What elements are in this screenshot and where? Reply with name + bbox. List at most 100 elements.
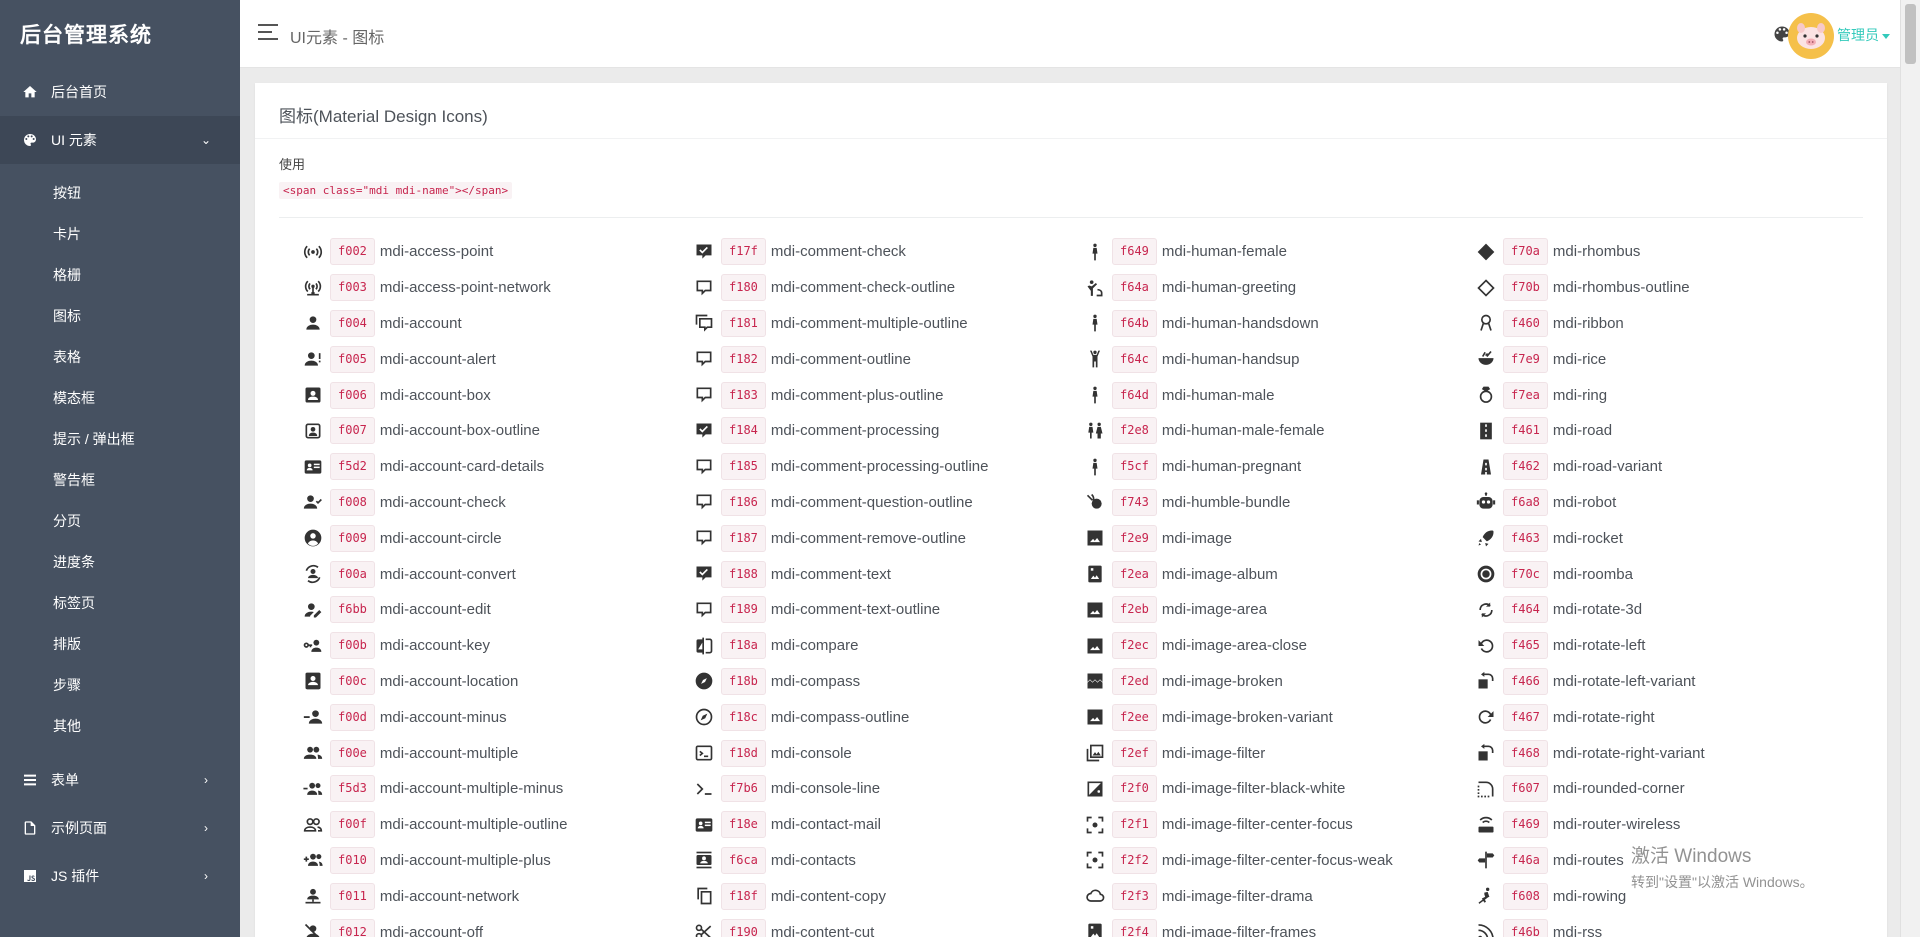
icon-list-item: f70b mdi-rhombus-outline <box>1452 270 1843 306</box>
icon-name: mdi-robot <box>1552 493 1617 511</box>
sidebar-item-label: JS 插件 <box>51 868 100 884</box>
rotate-left-icon <box>1475 635 1497 657</box>
icon-name: mdi-account-key <box>379 637 490 655</box>
icon-list-item: f18d mdi-console <box>670 735 1061 771</box>
icon-code: f00c <box>330 667 375 695</box>
icon-name: mdi-access-point <box>379 243 494 261</box>
icon-code: f743 <box>1112 488 1157 516</box>
icon-code: f463 <box>1503 524 1548 552</box>
page-scrollbar[interactable] <box>1900 0 1920 937</box>
icon-code: f00e <box>330 739 375 767</box>
icon-code: f188 <box>721 560 766 588</box>
sidebar-subitem-tabs[interactable]: 标签页 <box>0 582 240 623</box>
road-icon <box>1475 420 1497 442</box>
icon-list-item: f64b mdi-human-handsdown <box>1061 306 1452 342</box>
comment-multiple-outline-icon <box>693 312 715 334</box>
sidebar-item-example-pages[interactable]: 示例页面 › <box>0 804 240 852</box>
contact-mail-icon <box>693 814 715 836</box>
icon-name: mdi-image-broken-variant <box>1161 708 1333 726</box>
sidebar-subitem-tooltips[interactable]: 提示 / 弹出框 <box>0 418 240 459</box>
icon-list-item: f463 mdi-rocket <box>1452 520 1843 556</box>
icon-name: mdi-account-circle <box>379 529 502 547</box>
account-multiple-outline-icon <box>302 814 324 836</box>
icon-name: mdi-rotate-left-variant <box>1552 672 1696 690</box>
icon-code: f18e <box>721 811 766 839</box>
icon-code: f005 <box>330 345 375 373</box>
icon-list-item: f18f mdi-content-copy <box>670 878 1061 914</box>
human-male-female-icon <box>1084 420 1106 442</box>
sidebar-item-js-plugins[interactable]: JS 插件 › <box>0 852 240 900</box>
icon-name: mdi-console-line <box>770 780 881 798</box>
icon-code: f18f <box>721 882 766 910</box>
icon-list-item: f2e8 mdi-human-male-female <box>1061 413 1452 449</box>
sidebar-item-label: UI 元素 <box>51 132 97 148</box>
icon-code: f2f2 <box>1112 846 1157 874</box>
icon-name: mdi-ribbon <box>1552 314 1624 332</box>
icon-code: f2e9 <box>1112 524 1157 552</box>
ring-icon <box>1475 384 1497 406</box>
sidebar-item-ui-elements[interactable]: UI 元素 ⌄ <box>0 116 240 164</box>
sidebar-subitem-steps[interactable]: 步骤 <box>0 664 240 705</box>
sidebar-subitem-modals[interactable]: 模态框 <box>0 377 240 418</box>
app-logo-title[interactable]: 后台管理系统 <box>0 0 240 68</box>
icon-name: mdi-account-off <box>379 923 484 937</box>
image-broken-icon <box>1084 670 1106 692</box>
sidebar-subitem-other[interactable]: 其他 <box>0 705 240 746</box>
scrollbar-thumb[interactable] <box>1905 4 1916 64</box>
sidebar-subitem-icons[interactable]: 图标 <box>0 295 240 336</box>
icon-code: f5d2 <box>330 453 375 481</box>
sidebar-subitem-typography[interactable]: 排版 <box>0 623 240 664</box>
icon-code: f64b <box>1112 309 1157 337</box>
user-menu-dropdown[interactable]: 管理员 <box>1837 25 1890 45</box>
icon-name: mdi-account-network <box>379 887 520 905</box>
icon-list-item: f2e9 mdi-image <box>1061 520 1452 556</box>
sidebar-item-forms[interactable]: 表单 › <box>0 756 240 804</box>
icon-name: mdi-compass-outline <box>770 708 910 726</box>
icon-name: mdi-human-handsdown <box>1161 314 1319 332</box>
icon-code: f2ee <box>1112 703 1157 731</box>
icon-list-item: f462 mdi-road-variant <box>1452 449 1843 485</box>
comment-processing-outline-icon <box>693 456 715 478</box>
avatar[interactable] <box>1788 13 1834 59</box>
account-alert-icon <box>302 348 324 370</box>
sidebar-subitem-alerts[interactable]: 警告框 <box>0 459 240 500</box>
sidebar-subitem-buttons[interactable]: 按钮 <box>0 172 240 213</box>
icon-code: f18a <box>721 632 766 660</box>
menu-icon-bar <box>258 38 278 40</box>
icon-list-item: f467 mdi-rotate-right <box>1452 699 1843 735</box>
icon-list-item: f607 mdi-rounded-corner <box>1452 771 1843 807</box>
icon-list-item: f464 mdi-rotate-3d <box>1452 592 1843 628</box>
menu-toggle-button[interactable] <box>258 24 278 42</box>
account-multiple-minus-icon <box>302 778 324 800</box>
contacts-icon <box>693 849 715 871</box>
icon-list-item: f64d mdi-human-male <box>1061 377 1452 413</box>
icon-name: mdi-contacts <box>770 851 856 869</box>
icon-name: mdi-rotate-right <box>1552 708 1655 726</box>
icon-list-item: f460 mdi-ribbon <box>1452 306 1843 342</box>
icon-list-item: f6bb mdi-account-edit <box>279 592 670 628</box>
image-area-icon <box>1084 599 1106 621</box>
icon-code: f70c <box>1503 560 1548 588</box>
sidebar-subitem-tables[interactable]: 表格 <box>0 336 240 377</box>
compass-outline-icon <box>693 706 715 728</box>
icon-name: mdi-rice <box>1552 350 1607 368</box>
icon-name: mdi-account-alert <box>379 350 496 368</box>
sidebar-subitem-progress[interactable]: 进度条 <box>0 541 240 582</box>
icon-code: f6a8 <box>1503 488 1548 516</box>
icon-code: f5d3 <box>330 775 375 803</box>
sidebar-item-home[interactable]: 后台首页 <box>0 68 240 116</box>
icon-name: mdi-human-greeting <box>1161 279 1297 297</box>
icon-code: f462 <box>1503 453 1548 481</box>
sidebar-subitem-grid[interactable]: 格栅 <box>0 254 240 295</box>
icon-code: f2f1 <box>1112 811 1157 839</box>
icon-list-item: f00b mdi-account-key <box>279 628 670 664</box>
icon-code: f181 <box>721 309 766 337</box>
icon-code: f004 <box>330 309 375 337</box>
icon-list-item: f188 mdi-comment-text <box>670 556 1061 592</box>
icon-code: f2ed <box>1112 667 1157 695</box>
icon-code: f2ef <box>1112 739 1157 767</box>
sidebar-subitem-pagination[interactable]: 分页 <box>0 500 240 541</box>
sidebar-subitem-cards[interactable]: 卡片 <box>0 213 240 254</box>
icon-code: f2ea <box>1112 560 1157 588</box>
icon-code: f18c <box>721 703 766 731</box>
